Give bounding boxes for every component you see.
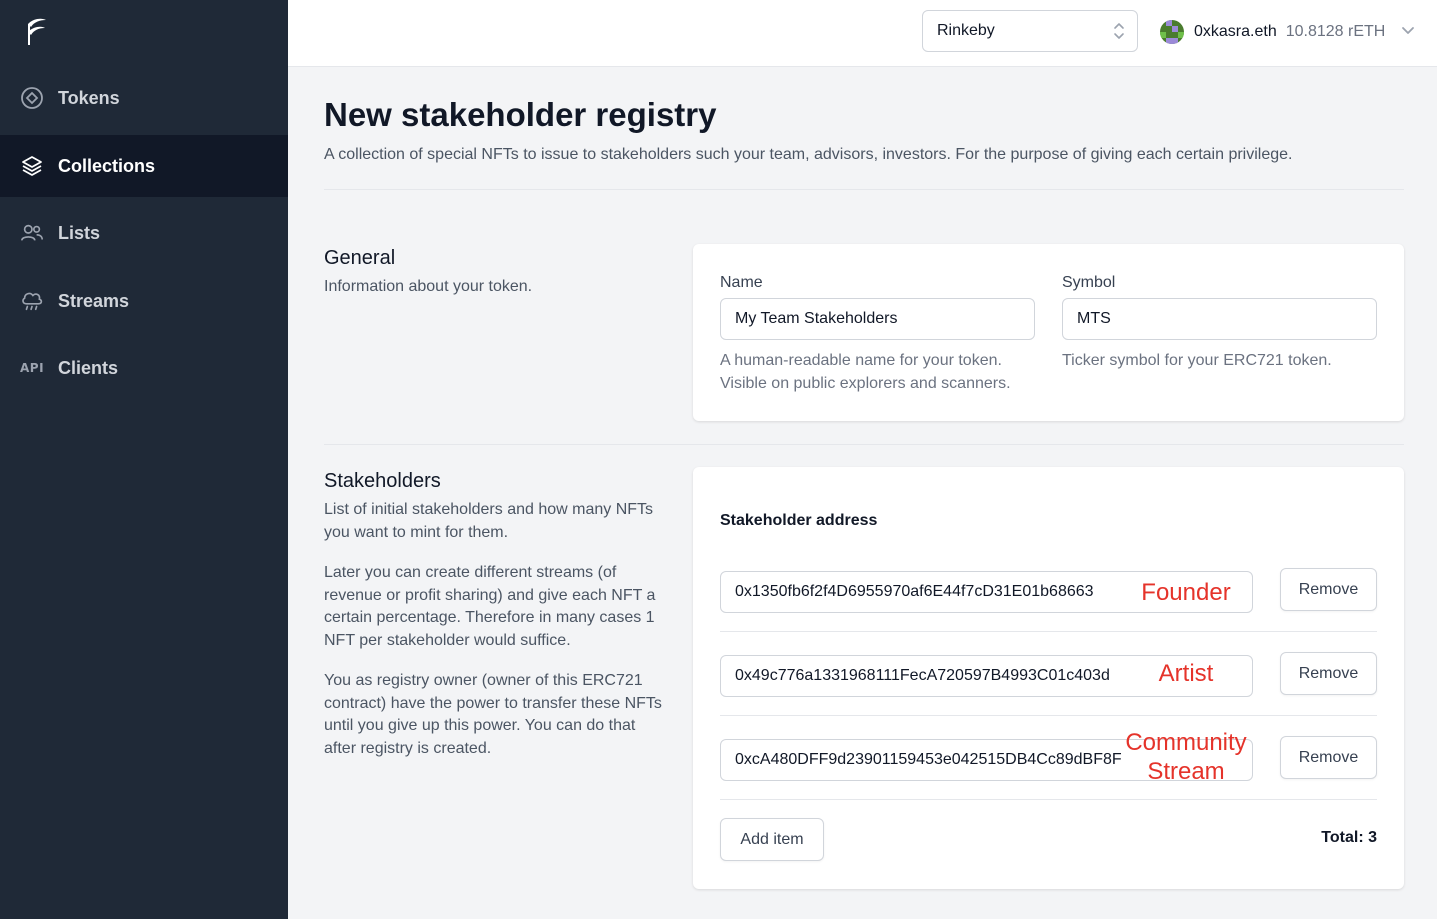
account-menu[interactable]: 0xkasra.eth 10.8128 rETH (1160, 18, 1415, 46)
divider (720, 631, 1377, 632)
name-input[interactable] (720, 298, 1035, 340)
sidebar-item-label: Lists (58, 222, 101, 243)
token-icon (20, 86, 44, 110)
stakeholder-address-input[interactable] (720, 739, 1253, 781)
app-logo[interactable] (22, 16, 50, 48)
general-section-title: General (324, 247, 396, 269)
stakeholder-address-input[interactable] (720, 571, 1253, 613)
users-icon (20, 221, 44, 245)
divider (324, 189, 1404, 190)
top-bar: Rinkeby 0xkasra.eth 10.8128 rETH (288, 0, 1437, 67)
stakeholder-row: Community Stream (720, 729, 1253, 785)
divider (720, 799, 1377, 800)
stack-icon (20, 154, 44, 178)
api-icon: API (19, 361, 45, 375)
name-help-line-2: Visible on public explorers and scanners… (720, 375, 1011, 392)
stakeholder-row: Founder (720, 571, 1253, 613)
general-card: Name A human-readable name for your toke… (693, 244, 1404, 421)
stakeholders-paragraph-2: Later you can create different streams (… (324, 564, 656, 649)
cloud-rain-icon (20, 289, 44, 313)
sidebar: Tokens Collections Lists Streams API Cli… (0, 0, 288, 919)
remove-button[interactable]: Remove (1280, 652, 1377, 695)
name-label: Name (720, 274, 763, 291)
symbol-input[interactable] (1062, 298, 1377, 340)
add-item-button[interactable]: Add item (720, 818, 824, 861)
symbol-label: Symbol (1062, 274, 1116, 291)
selector-icon (1113, 22, 1125, 45)
sidebar-item-label: Clients (58, 357, 119, 378)
sidebar-item-collections[interactable]: Collections (0, 135, 288, 197)
stakeholders-section-title: Stakeholders (324, 470, 441, 492)
chevron-down-icon (1401, 23, 1415, 41)
account-balance: 10.8128 rETH (1285, 23, 1386, 40)
stakeholders-paragraph-3: You as registry owner (owner of this ERC… (324, 672, 662, 757)
page-description: A collection of special NFTs to issue to… (324, 146, 1293, 163)
stakeholder-row: Artist (720, 655, 1253, 697)
network-select-value: Rinkeby (937, 22, 995, 39)
avatar (1160, 20, 1184, 44)
stakeholder-address-label: Stakeholder address (720, 512, 878, 529)
sidebar-item-streams[interactable]: Streams (0, 270, 288, 332)
divider (324, 444, 1404, 445)
remove-button[interactable]: Remove (1280, 736, 1377, 779)
divider (720, 715, 1377, 716)
stakeholders-card: Stakeholder address Founder Remove Artis… (693, 467, 1404, 889)
network-select[interactable]: Rinkeby (922, 10, 1138, 52)
sidebar-item-label: Collections (58, 155, 156, 176)
sidebar-item-lists[interactable]: Lists (0, 202, 288, 264)
sidebar-item-clients[interactable]: API Clients (0, 337, 288, 399)
name-help-line-1: A human-readable name for your token. (720, 352, 1002, 369)
symbol-help: Ticker symbol for your ERC721 token. (1062, 352, 1332, 369)
stakeholders-paragraph-1: List of initial stakeholders and how man… (324, 501, 654, 541)
sidebar-item-label: Streams (58, 290, 130, 311)
general-section-description: Information about your token. (324, 278, 533, 295)
sidebar-item-tokens[interactable]: Tokens (0, 67, 288, 129)
sidebar-item-label: Tokens (58, 87, 120, 108)
page-title: New stakeholder registry (324, 96, 717, 133)
account-name: 0xkasra.eth (1194, 23, 1277, 40)
total-count: Total: 3 (1321, 829, 1377, 846)
stakeholder-address-input[interactable] (720, 655, 1253, 697)
remove-button[interactable]: Remove (1280, 568, 1377, 611)
